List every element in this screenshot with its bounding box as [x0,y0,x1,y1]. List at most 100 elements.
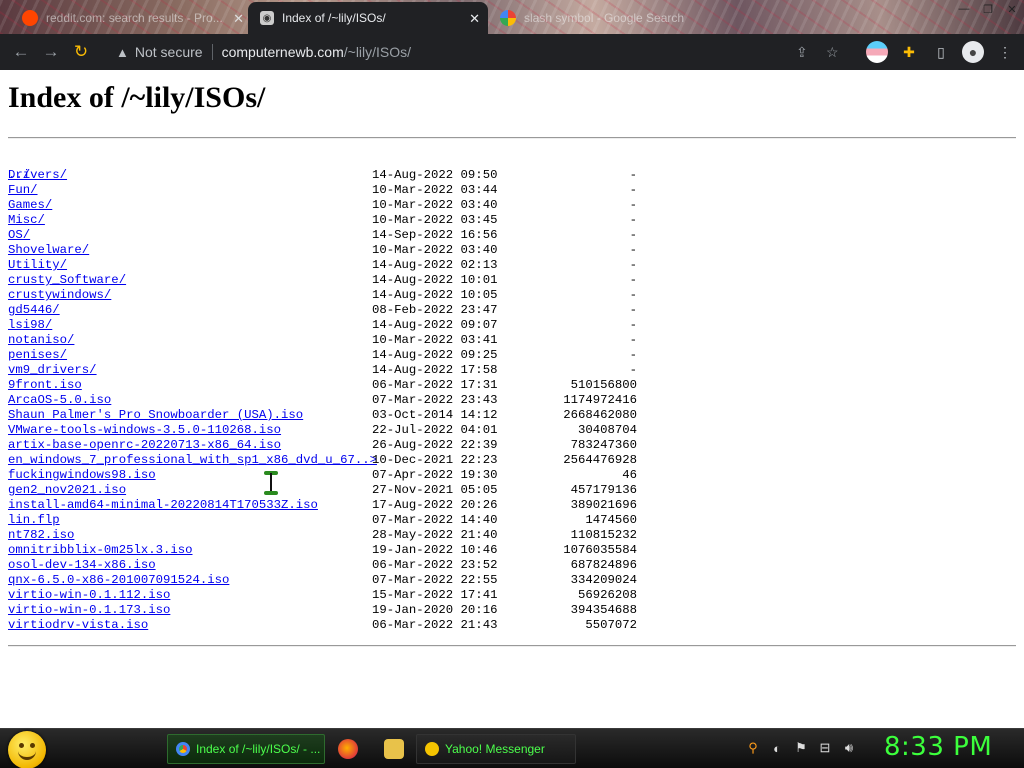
file-link[interactable]: ArcaOS-5.0.iso [8,393,111,408]
listing-row: Utility/14-Aug-2022 02:13 - [8,258,1016,273]
directory-link[interactable]: Games/ [8,198,52,213]
directory-link[interactable]: crusty_Software/ [8,273,126,288]
file-link[interactable]: osol-dev-134-x86.iso [8,558,156,573]
directory-link[interactable]: lsi98/ [8,318,52,333]
tab-title: slash symbol - Google Search [524,11,685,25]
modified-date: 06-Mar-2022 17:31 [372,378,498,392]
close-tab-icon[interactable]: ✕ [469,11,480,27]
directory-link[interactable]: Misc/ [8,213,45,228]
directory-link[interactable]: OS/ [8,228,30,243]
file-size: - [629,213,637,227]
folder-icon[interactable] [384,739,404,759]
directory-link[interactable]: Fun/ [8,183,38,198]
file-link[interactable]: Shaun Palmer's Pro Snowboarder (USA).iso [8,408,303,423]
search-icon[interactable]: ⚲ [745,739,761,757]
extensions-puzzle-icon[interactable]: ✚ [898,41,920,63]
file-link[interactable]: nt782.iso [8,528,74,543]
listing-row: 9front.iso 06-Mar-2022 17:31 510156800 [8,378,1016,393]
menu-dots-icon[interactable]: ⋮ [994,41,1016,63]
listing-row: Fun/10-Mar-2022 03:44 - [8,183,1016,198]
file-link[interactable]: lin.flp [8,513,60,528]
file-link[interactable]: gen2_nov2021.iso [8,483,126,498]
file-link[interactable]: virtiodrv-vista.iso [8,618,148,633]
directory-link[interactable]: penises/ [8,348,67,363]
file-size: - [629,258,637,272]
file-size: - [629,183,637,197]
warning-triangle-icon[interactable]: ▲ [116,45,129,60]
modified-date: 17-Aug-2022 20:26 [372,498,498,512]
listing-row: gen2_nov2021.iso 27-Nov-2021 05:05 4571791… [8,483,1016,498]
forward-arrow-icon[interactable]: → [36,37,66,67]
modified-date: 06-Mar-2022 23:52 [372,558,498,572]
close-tab-icon[interactable]: ✕ [233,11,244,27]
divider-bottom [8,645,1016,647]
volume-icon[interactable]: 🔊︎ [841,739,857,757]
modified-date: 19-Jan-2020 20:16 [372,603,498,617]
file-link[interactable]: virtio-win-0.1.173.iso [8,603,170,618]
file-link[interactable]: qnx-6.5.0-x86-201007091524.iso [8,573,229,588]
directory-link[interactable]: Utility/ [8,258,67,273]
listing-row: Shaun Palmer's Pro Snowboarder (USA).iso… [8,408,1016,423]
profile-avatar-icon[interactable]: ● [962,41,984,63]
browser-toolbar: ← → ↻ ▲ Not secure computernewb.com/~lil… [0,34,1024,70]
tab-google-search[interactable]: slash symbol - Google Search [492,2,712,34]
file-link[interactable]: virtio-win-0.1.112.iso [8,588,170,603]
file-link[interactable]: en_windows_7_professional_with_sp1_x86_d… [8,453,377,468]
file-link[interactable]: artix-base-openrc-20220713-x86_64.iso [8,438,281,453]
url-host[interactable]: computernewb.com [222,44,344,60]
tab-strip: reddit.com: search results - Pro... ✕ ◉ … [0,0,1024,34]
notification-flag-icon[interactable]: ⚑ [793,739,809,757]
directory-link[interactable]: notaniso/ [8,333,74,348]
directory-link[interactable]: gd5446/ [8,303,60,318]
modified-date: 07-Mar-2022 23:43 [372,393,498,407]
file-link[interactable]: fuckingwindows98.iso [8,468,156,483]
taskbar-clock[interactable]: 8:33 PM [884,732,992,762]
share-icon[interactable]: ⇪ [796,44,808,61]
page-title: Index of /~lily/ISOs/ [8,81,266,114]
taskbar-item-yahoo-messenger[interactable]: Yahoo! Messenger [416,734,576,764]
security-label[interactable]: Not secure [135,44,203,60]
file-link[interactable]: install-amd64-minimal-20220814T170533Z.i… [8,498,318,513]
taskbar-item-label: Index of /~lily/ISOs/ - ... [196,742,321,756]
directory-link[interactable]: crustywindows/ [8,288,111,303]
listing-row: Misc/10-Mar-2022 03:45 - [8,213,1016,228]
messenger-status-icon[interactable]: ◐ [769,739,785,757]
maximize-icon[interactable]: ❐ [976,0,1000,18]
file-size: 389021696 [570,498,637,512]
taskbar-item-chrome[interactable]: Index of /~lily/ISOs/ - ... [167,734,325,764]
modified-date: 26-Aug-2022 22:39 [372,438,498,452]
back-arrow-icon[interactable]: ← [6,37,36,67]
chrome-icon [176,742,190,756]
parent-directory-row: ../ [8,153,1016,182]
directory-listing: ../ Drivers/14-Aug-2022 09:50- Fun/10-Mar… [8,153,1016,633]
listing-row: penises/14-Aug-2022 09:25 - [8,348,1016,363]
modified-date: 22-Jul-2022 04:01 [372,423,498,437]
file-link[interactable]: VMware-tools-windows-3.5.0-110268.iso [8,423,281,438]
directory-link[interactable]: vm9_drivers/ [8,363,97,378]
side-panel-icon[interactable]: ▯ [930,41,952,63]
firefox-icon[interactable] [338,739,358,759]
file-link[interactable]: 9front.iso [8,378,82,393]
profile-flag-icon[interactable] [866,41,888,63]
close-window-icon[interactable]: ✕ [1000,0,1024,18]
listing-row: osol-dev-134-x86.iso 06-Mar-2022 23:52 687… [8,558,1016,573]
url-path[interactable]: /~lily/ISOs/ [344,44,411,60]
listing-row: vm9_drivers/14-Aug-2022 17:58 - [8,363,1016,378]
reddit-favicon-icon [22,10,38,26]
minimize-icon[interactable]: — [952,0,976,18]
bookmark-star-icon[interactable]: ☆ [826,44,839,61]
file-size: 110815232 [570,528,637,542]
modified-date: 15-Mar-2022 17:41 [372,588,498,602]
tab-index-of-isos[interactable]: ◉ Index of /~lily/ISOs/ ✕ [248,2,488,34]
file-size: - [629,303,637,317]
start-button-smiley-icon[interactable] [8,731,46,768]
address-bar[interactable]: ▲ Not secure computernewb.com/~lily/ISOs… [108,38,854,66]
reload-icon[interactable]: ↻ [66,37,96,67]
file-size: 394354688 [570,603,637,617]
directory-link[interactable]: Shovelware/ [8,243,89,258]
directory-link[interactable]: Drivers/ [8,168,67,183]
tab-reddit[interactable]: reddit.com: search results - Pro... ✕ [14,2,252,34]
modified-date: 10-Mar-2022 03:45 [372,213,498,227]
network-icon[interactable]: ⊟ [817,739,833,757]
file-link[interactable]: omnitribblix-0m25lx.3.iso [8,543,192,558]
